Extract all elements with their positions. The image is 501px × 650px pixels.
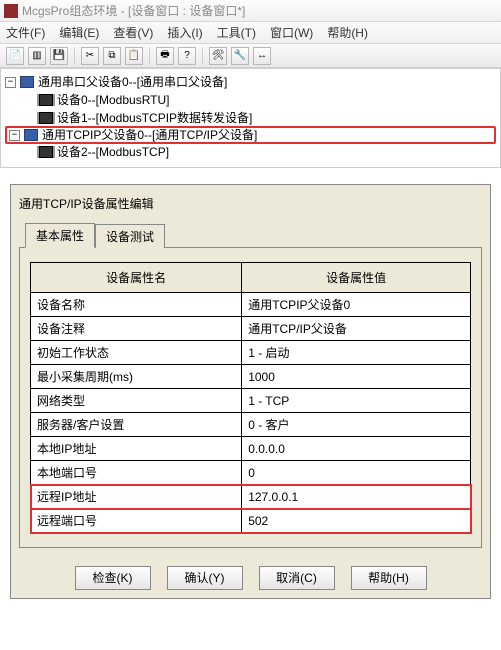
tree-node-label: 通用串口父设备0--[通用串口父设备] <box>38 73 227 91</box>
menu-view[interactable]: 查看(V) <box>113 22 153 43</box>
menu-window[interactable]: 窗口(W) <box>270 22 313 43</box>
property-row[interactable]: 服务器/客户设置0 - 客户 <box>31 413 471 437</box>
property-value-cell[interactable]: 1 - 启动 <box>242 341 471 365</box>
property-row[interactable]: 远程端口号502 <box>31 509 471 533</box>
property-value-cell[interactable]: 0.0.0.0 <box>242 437 471 461</box>
toolbar-separator <box>74 47 75 65</box>
property-value-cell[interactable]: 502 <box>242 509 471 533</box>
tree-node-device2[interactable]: 设备2--[ModbusTCP] <box>5 143 496 161</box>
property-name-cell: 本地IP地址 <box>31 437 242 461</box>
property-name-cell: 最小采集周期(ms) <box>31 365 242 389</box>
dialog-button-row: 检查(K) 确认(Y) 取消(C) 帮助(H) <box>19 566 482 590</box>
device-parent-icon <box>24 129 38 141</box>
property-value-cell[interactable]: 0 - 客户 <box>242 413 471 437</box>
tree-node-device1[interactable]: 设备1--[ModbusTCPIP数据转发设备] <box>5 109 496 127</box>
property-name-cell: 远程IP地址 <box>31 485 242 509</box>
dialog-title: 通用TCP/IP设备属性编辑 <box>19 195 482 222</box>
menu-bar: 文件(F) 编辑(E) 查看(V) 插入(I) 工具(T) 窗口(W) 帮助(H… <box>0 22 501 44</box>
menu-file[interactable]: 文件(F) <box>6 22 45 43</box>
menu-tools[interactable]: 工具(T) <box>217 22 256 43</box>
collapse-icon[interactable]: − <box>9 130 20 141</box>
property-row[interactable]: 设备注释通用TCP/IP父设备 <box>31 317 471 341</box>
property-value-cell[interactable]: 1 - TCP <box>242 389 471 413</box>
window-title: McgsPro组态环境 - [设备窗口 : 设备窗口*] <box>22 0 245 22</box>
property-name-cell: 设备名称 <box>31 293 242 317</box>
tool-cut-icon[interactable]: ✂ <box>81 47 99 65</box>
collapse-icon[interactable]: − <box>5 77 16 88</box>
tool-help-icon[interactable]: ? <box>178 47 196 65</box>
device-tree-pane: − 通用串口父设备0--[通用串口父设备] 设备0--[ModbusRTU] 设… <box>0 68 501 168</box>
device-tree: − 通用串口父设备0--[通用串口父设备] 设备0--[ModbusRTU] 设… <box>5 73 496 161</box>
property-value-cell[interactable]: 通用TCPIP父设备0 <box>242 293 471 317</box>
property-value-cell[interactable]: 0 <box>242 461 471 485</box>
property-value-cell[interactable]: 1000 <box>242 365 471 389</box>
tab-basic[interactable]: 基本属性 <box>25 223 95 248</box>
tree-node-label: 设备1--[ModbusTCPIP数据转发设备] <box>57 109 252 127</box>
help-button[interactable]: 帮助(H) <box>351 566 427 590</box>
property-row[interactable]: 网络类型1 - TCP <box>31 389 471 413</box>
tool-copy-icon[interactable]: ⧉ <box>103 47 121 65</box>
property-row[interactable]: 设备名称通用TCPIP父设备0 <box>31 293 471 317</box>
property-name-cell: 远程端口号 <box>31 509 242 533</box>
property-name-cell: 网络类型 <box>31 389 242 413</box>
tool-wrench-icon[interactable]: 🔧 <box>231 47 249 65</box>
check-button[interactable]: 检查(K) <box>75 566 151 590</box>
tree-node-serial-parent[interactable]: − 通用串口父设备0--[通用串口父设备] <box>5 73 496 91</box>
tree-node-label: 通用TCPIP父设备0--[通用TCP/IP父设备] <box>42 126 257 144</box>
cancel-button[interactable]: 取消(C) <box>259 566 335 590</box>
property-value-cell[interactable]: 通用TCP/IP父设备 <box>242 317 471 341</box>
property-dialog: 通用TCP/IP设备属性编辑 基本属性 设备测试 设备属性名 设备属性值 设备名… <box>10 184 491 599</box>
device-parent-icon <box>20 76 34 88</box>
toolbar-separator <box>149 47 150 65</box>
tree-node-label: 设备2--[ModbusTCP] <box>57 143 169 161</box>
menu-help[interactable]: 帮助(H) <box>327 22 368 43</box>
tab-test[interactable]: 设备测试 <box>95 224 165 248</box>
tree-node-label: 设备0--[ModbusRTU] <box>57 91 169 109</box>
property-row[interactable]: 本地端口号0 <box>31 461 471 485</box>
col-header-name: 设备属性名 <box>31 263 242 293</box>
tool-new-icon[interactable]: 📄 <box>6 47 24 65</box>
tool-save-icon[interactable]: 💾 <box>50 47 68 65</box>
tool-paste-icon[interactable]: 📋 <box>125 47 143 65</box>
ok-button[interactable]: 确认(Y) <box>167 566 243 590</box>
property-name-cell: 服务器/客户设置 <box>31 413 242 437</box>
property-value-cell[interactable]: 127.0.0.1 <box>242 485 471 509</box>
toolbar: 📄 ▥ 💾 ✂ ⧉ 📋 🖶 ? 🛠 🔧 ↔ <box>0 44 501 68</box>
tool-edit-icon[interactable]: ▥ <box>28 47 46 65</box>
tool-print-icon[interactable]: 🖶 <box>156 47 174 65</box>
property-row[interactable]: 最小采集周期(ms)1000 <box>31 365 471 389</box>
tool-tools-icon[interactable]: 🛠 <box>209 47 227 65</box>
property-row[interactable]: 远程IP地址127.0.0.1 <box>31 485 471 509</box>
property-row[interactable]: 初始工作状态1 - 启动 <box>31 341 471 365</box>
tab-bar: 基本属性 设备测试 <box>25 222 482 247</box>
property-name-cell: 本地端口号 <box>31 461 242 485</box>
toolbar-separator <box>202 47 203 65</box>
property-row[interactable]: 本地IP地址0.0.0.0 <box>31 437 471 461</box>
menu-insert[interactable]: 插入(I) <box>167 22 202 43</box>
app-icon <box>4 4 18 18</box>
device-chip-icon <box>39 112 53 124</box>
device-chip-icon <box>39 146 53 158</box>
property-name-cell: 初始工作状态 <box>31 341 242 365</box>
title-bar: McgsPro组态环境 - [设备窗口 : 设备窗口*] <box>0 0 501 22</box>
tab-panel-basic: 设备属性名 设备属性值 设备名称通用TCPIP父设备0设备注释通用TCP/IP父… <box>19 247 482 548</box>
tree-node-tcp-parent[interactable]: − 通用TCPIP父设备0--[通用TCP/IP父设备] <box>5 126 496 144</box>
tool-link-icon[interactable]: ↔ <box>253 47 271 65</box>
property-name-cell: 设备注释 <box>31 317 242 341</box>
device-chip-icon <box>39 94 53 106</box>
tree-node-device0[interactable]: 设备0--[ModbusRTU] <box>5 91 496 109</box>
col-header-value: 设备属性值 <box>242 263 471 293</box>
menu-edit[interactable]: 编辑(E) <box>59 22 99 43</box>
property-table: 设备属性名 设备属性值 设备名称通用TCPIP父设备0设备注释通用TCP/IP父… <box>30 262 471 533</box>
